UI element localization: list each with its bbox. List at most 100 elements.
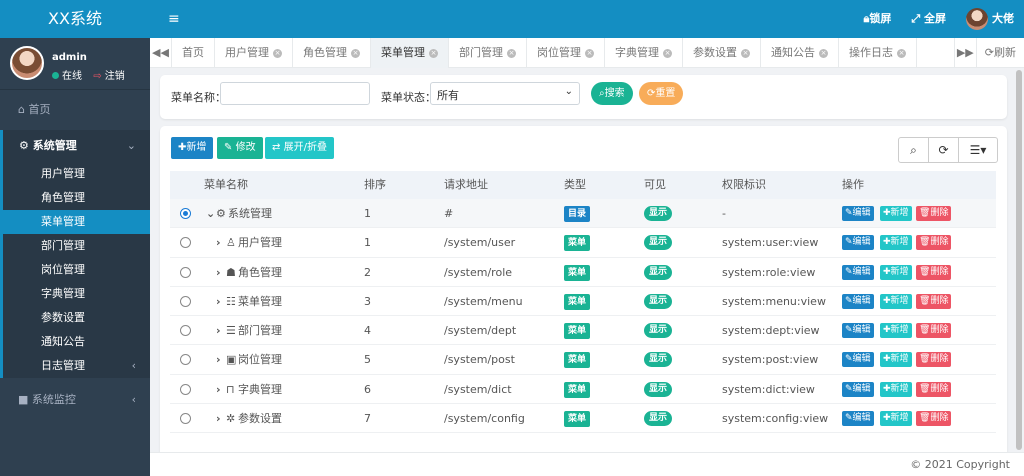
search-button[interactable]: ⌕搜索 (591, 82, 633, 105)
menu-toggle-icon[interactable]: ≡ (168, 11, 180, 27)
row-delete-button[interactable]: 🗑︎删除 (916, 381, 952, 397)
row-radio[interactable] (180, 354, 191, 366)
search-toggle-icon[interactable]: ⌕ (899, 138, 929, 162)
sidebar-item-2[interactable]: 菜单管理 (3, 210, 150, 234)
row-delete-button[interactable]: 🗑︎删除 (916, 411, 952, 427)
expand-caret-icon[interactable]: › (216, 287, 221, 316)
close-icon[interactable]: × (819, 48, 828, 58)
row-radio[interactable] (180, 325, 191, 337)
row-add-button[interactable]: ✚新增 (880, 293, 912, 309)
user-menu[interactable]: 大佬 (966, 0, 1014, 38)
table-row[interactable]: › ♙ 用户管理 1/system/user 菜单 显示 system:user:view ✎… (170, 228, 996, 258)
row-radio[interactable] (180, 208, 191, 219)
columns-menu-icon[interactable]: ☰▾ (959, 138, 997, 162)
reset-button[interactable]: ⟳重置 (639, 82, 684, 105)
sidebar-item-4[interactable]: 岗位管理 (3, 258, 150, 282)
expand-caret-icon[interactable]: › (216, 404, 221, 433)
row-add-button[interactable]: ✚新增 (880, 381, 912, 397)
expand-caret-icon[interactable]: › (216, 345, 221, 374)
sidebar-item-system[interactable]: ⚙ 系统管理 ⌄ (3, 130, 150, 162)
tab-9[interactable]: 操作日志 × (839, 38, 917, 68)
lock-screen-button[interactable]: 🔒︎锁屏 (863, 0, 891, 38)
row-edit-button[interactable]: ✎编辑 (842, 235, 874, 251)
row-edit-button[interactable]: ✎编辑 (842, 293, 874, 309)
row-radio[interactable] (180, 237, 191, 249)
expand-caret-icon[interactable]: › (216, 316, 221, 345)
table-row[interactable]: › ⊓ 字典管理 6/system/dict 菜单 显示 system:dict:view ✎… (170, 375, 996, 405)
refresh-table-icon[interactable]: ⟳ (929, 138, 959, 162)
row-radio[interactable] (180, 413, 191, 425)
expand-caret-icon[interactable]: › (216, 375, 221, 404)
close-icon[interactable]: × (507, 48, 516, 58)
logout-link[interactable]: ⇨ 注销 (93, 71, 125, 82)
row-delete-button[interactable]: 🗑︎删除 (916, 352, 952, 368)
row-edit-button[interactable]: ✎编辑 (842, 206, 874, 221)
expand-caret-icon[interactable]: › (216, 228, 221, 257)
edit-button[interactable]: ✎ 修改 (217, 137, 263, 159)
tab-1[interactable]: 用户管理 × (215, 38, 293, 68)
sidebar-item-1[interactable]: 角色管理 (3, 186, 150, 210)
menu-name-input[interactable] (220, 82, 370, 105)
app-logo[interactable]: XX系统 (0, 0, 150, 38)
expand-caret-icon[interactable]: › (216, 258, 221, 287)
row-add-button[interactable]: ✚新增 (880, 411, 912, 427)
sidebar-item-8[interactable]: 日志管理 ‹ (3, 354, 150, 378)
close-icon[interactable]: × (741, 48, 750, 58)
row-edit-button[interactable]: ✎编辑 (842, 411, 874, 427)
sidebar-item-home[interactable]: ⌂ 首页 (0, 90, 150, 130)
row-edit-button[interactable]: ✎编辑 (842, 323, 874, 339)
sidebar-item-5[interactable]: 字典管理 (3, 282, 150, 306)
close-icon[interactable]: × (897, 48, 906, 58)
close-icon[interactable]: × (585, 48, 594, 58)
row-delete-button[interactable]: 🗑︎删除 (916, 235, 952, 251)
page-scrollbar[interactable] (1014, 68, 1024, 452)
row-delete-button[interactable]: 🗑︎删除 (916, 293, 952, 309)
tab-4[interactable]: 部门管理 × (449, 38, 527, 68)
row-delete-button[interactable]: 🗑︎删除 (916, 264, 952, 280)
row-edit-button[interactable]: ✎编辑 (842, 381, 874, 397)
tab-scroll-left-icon[interactable]: ◀◀ (150, 38, 172, 68)
tab-7[interactable]: 参数设置 × (683, 38, 761, 68)
sidebar-item-7[interactable]: 通知公告 (3, 330, 150, 354)
tab-5[interactable]: 岗位管理 × (527, 38, 605, 68)
close-icon[interactable]: × (663, 48, 672, 58)
close-icon[interactable]: × (273, 48, 282, 58)
menu-status-select[interactable]: 所有 ⌄ (430, 82, 580, 105)
row-radio[interactable] (180, 295, 191, 307)
row-radio[interactable] (180, 266, 191, 278)
close-icon[interactable]: × (429, 48, 438, 58)
tab-0[interactable]: 首页 (172, 38, 215, 68)
row-edit-button[interactable]: ✎编辑 (842, 352, 874, 368)
user-avatar[interactable] (10, 46, 44, 80)
fullscreen-button[interactable]: ⤢ 全屏 (911, 0, 946, 38)
add-button[interactable]: ✚新增 (171, 137, 214, 159)
expand-caret-icon[interactable]: ⌄ (206, 199, 215, 228)
expand-collapse-button[interactable]: ⇄ 展开/折叠 (265, 137, 334, 159)
table-row[interactable]: › ☷ 菜单管理 3/system/menu 菜单 显示 system:menu:view ✎… (170, 287, 996, 317)
tab-8[interactable]: 通知公告 × (761, 38, 839, 68)
sidebar-item-3[interactable]: 部门管理 (3, 234, 150, 258)
tab-scroll-right-icon[interactable]: ▶▶ (953, 38, 976, 68)
tab-6[interactable]: 字典管理 × (605, 38, 683, 68)
table-row[interactable]: › ✲ 参数设置 7/system/config 菜单 显示 system:config:v… (170, 404, 996, 434)
tab-2[interactable]: 角色管理 × (293, 38, 371, 68)
row-add-button[interactable]: ✚新增 (880, 264, 912, 280)
row-edit-button[interactable]: ✎编辑 (842, 264, 874, 280)
sidebar-item-monitor[interactable]: ■ 系统监控 ‹ (0, 378, 150, 422)
refresh-button[interactable]: ⟳刷新 (975, 38, 1024, 68)
row-delete-button[interactable]: 🗑︎删除 (916, 206, 952, 221)
row-radio[interactable] (180, 383, 191, 395)
row-add-button[interactable]: ✚新增 (880, 235, 912, 251)
row-add-button[interactable]: ✚新增 (880, 206, 912, 221)
row-delete-button[interactable]: 🗑︎删除 (916, 323, 952, 339)
table-row[interactable]: › ☰ 部门管理 4/system/dept 菜单 显示 system:dept:view ✎… (170, 316, 996, 346)
table-row[interactable]: › ☗ 角色管理 2/system/role 菜单 显示 system:role:view ✎… (170, 258, 996, 287)
table-row[interactable]: ⌄ ⚙ 系统管理 1 # 目录 显示 - ✎编辑 ✚新增 🗑︎删除 (170, 199, 996, 229)
sidebar-item-0[interactable]: 用户管理 (3, 162, 150, 186)
scrollbar-thumb[interactable] (1016, 70, 1022, 450)
tab-3[interactable]: 菜单管理 × (371, 38, 449, 68)
table-row[interactable]: › ▣ 岗位管理 5/system/post 菜单 显示 system:post:view ✎… (170, 345, 996, 375)
sidebar-item-6[interactable]: 参数设置 (3, 306, 150, 330)
row-add-button[interactable]: ✚新增 (880, 323, 912, 339)
close-icon[interactable]: × (351, 48, 360, 58)
